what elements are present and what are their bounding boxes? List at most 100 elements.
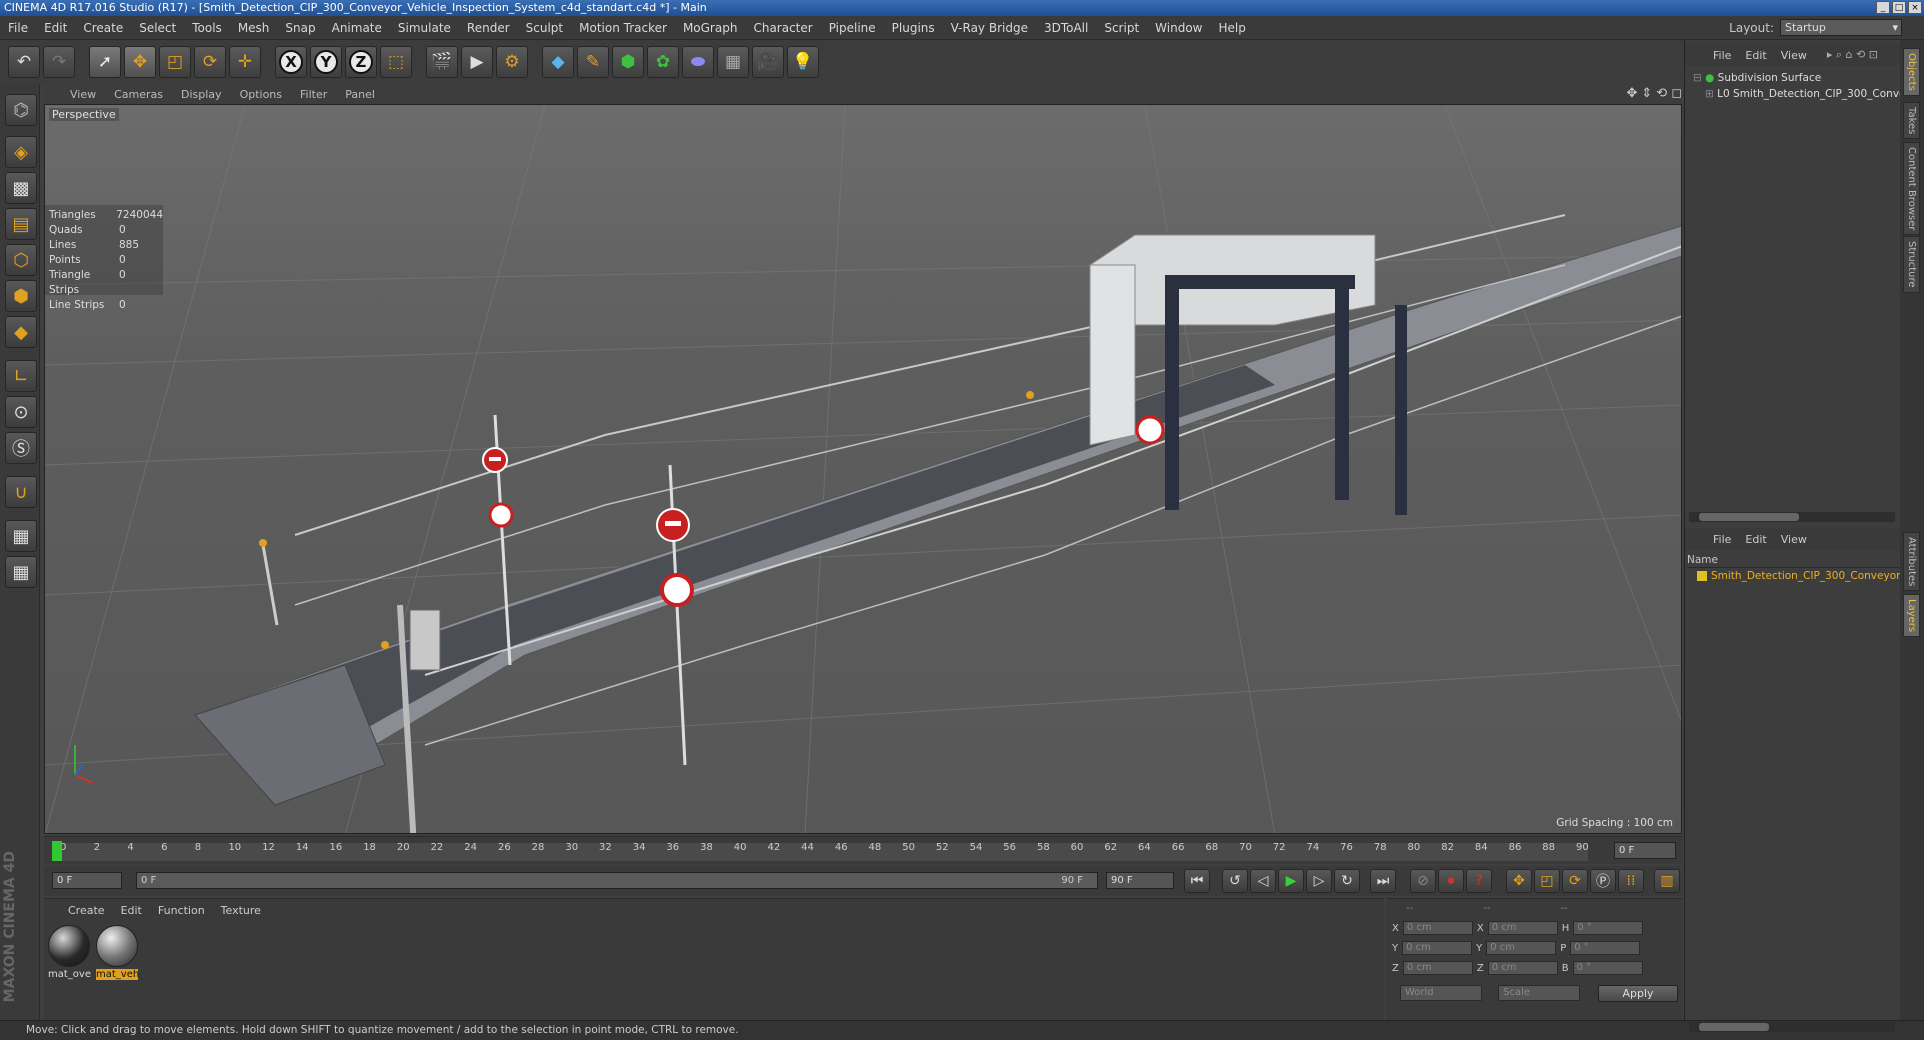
- rotation-p-field[interactable]: 0 °: [1570, 941, 1641, 955]
- live-selection-button[interactable]: ➚: [89, 46, 121, 78]
- keyframe-selection-button[interactable]: ?: [1466, 869, 1492, 893]
- record-keys-button[interactable]: ⊘: [1410, 869, 1436, 893]
- z-axis-button[interactable]: Z: [345, 46, 377, 78]
- render-picture-viewer-button[interactable]: ▶: [461, 46, 493, 78]
- material-swatch[interactable]: mat_veh: [96, 925, 139, 980]
- layers-menu-file[interactable]: File: [1713, 533, 1731, 546]
- menu-character[interactable]: Character: [745, 21, 820, 35]
- material-menu-texture[interactable]: Texture: [221, 904, 261, 917]
- objects-menu-view[interactable]: View: [1781, 49, 1807, 62]
- orbit-icon[interactable]: ⟲: [1656, 86, 1667, 101]
- minimize-button[interactable]: _: [1876, 1, 1890, 14]
- tab-layers[interactable]: Layers: [1903, 594, 1920, 638]
- menu-motion-tracker[interactable]: Motion Tracker: [571, 21, 675, 35]
- close-button[interactable]: ×: [1908, 1, 1922, 14]
- rotation-h-field[interactable]: 0 °: [1573, 921, 1644, 935]
- menu-tools[interactable]: Tools: [184, 21, 230, 35]
- key-position-button[interactable]: ✥: [1506, 869, 1532, 893]
- polygons-mode-button[interactable]: ◆: [5, 316, 37, 348]
- menu-script[interactable]: Script: [1096, 21, 1147, 35]
- apply-button[interactable]: Apply: [1598, 985, 1678, 1002]
- go-to-start-button[interactable]: ⏮: [1184, 869, 1210, 893]
- object-row[interactable]: ⊟ ● Subdivision Surface: [1685, 70, 1901, 86]
- tab-content-browser[interactable]: Content Browser: [1903, 142, 1920, 236]
- material-menu-edit[interactable]: Edit: [121, 904, 142, 917]
- viewport-menu-panel[interactable]: Panel: [345, 88, 375, 101]
- menu-snap[interactable]: Snap: [277, 21, 323, 35]
- menu-simulate[interactable]: Simulate: [390, 21, 459, 35]
- playhead-marker[interactable]: [52, 841, 62, 861]
- object-manager-tool-icons[interactable]: ▸ ⌕ ⌂ ⟲ ⊡: [1827, 48, 1878, 62]
- size-mode-dropdown[interactable]: Scale: [1498, 985, 1580, 1001]
- zoom-icon[interactable]: ⇕: [1641, 86, 1652, 101]
- maximize-view-icon[interactable]: ◻: [1671, 86, 1682, 101]
- rotate-tool-button[interactable]: ⟳: [194, 46, 226, 78]
- objects-menu-file[interactable]: File: [1713, 49, 1731, 62]
- menu-sculpt[interactable]: Sculpt: [518, 21, 571, 35]
- position-y-field[interactable]: 0 cm: [1402, 941, 1473, 955]
- object-row[interactable]: ⊞ L0 Smith_Detection_CIP_300_Conveyor: [1685, 86, 1901, 102]
- next-key-button[interactable]: ↻: [1334, 869, 1360, 893]
- lock-workplane-button[interactable]: ▦: [5, 520, 37, 552]
- object-manager-scrollbar[interactable]: [1689, 512, 1895, 522]
- coordinate-mode-dropdown[interactable]: World: [1400, 985, 1482, 1001]
- autokey-button[interactable]: ⏺: [1438, 869, 1464, 893]
- points-mode-button[interactable]: ⬡: [5, 244, 37, 276]
- menu-select[interactable]: Select: [131, 21, 184, 35]
- viewport-menu-view[interactable]: View: [70, 88, 96, 101]
- tab-objects[interactable]: Objects: [1903, 48, 1920, 96]
- x-axis-button[interactable]: X: [275, 46, 307, 78]
- tab-structure[interactable]: Structure: [1903, 236, 1920, 293]
- menu-plugins[interactable]: Plugins: [884, 21, 943, 35]
- menu-file[interactable]: File: [0, 21, 36, 35]
- menu-pipeline[interactable]: Pipeline: [821, 21, 884, 35]
- add-camera-button[interactable]: 🎥: [752, 46, 784, 78]
- add-cube-button[interactable]: ◆: [542, 46, 574, 78]
- menu-animate[interactable]: Animate: [324, 21, 390, 35]
- end-frame-field[interactable]: 90 F: [1106, 872, 1174, 889]
- camera-label[interactable]: Perspective: [49, 108, 119, 121]
- layer-manager-scrollbar[interactable]: [1689, 1022, 1895, 1032]
- redo-button[interactable]: ↷: [43, 46, 75, 78]
- undo-button[interactable]: ↶: [8, 46, 40, 78]
- maximize-button[interactable]: □: [1892, 1, 1906, 14]
- tweak-mode-button[interactable]: ⊙: [5, 396, 37, 428]
- planar-workplane-button[interactable]: ▦: [5, 556, 37, 588]
- size-y-field[interactable]: 0 cm: [1486, 941, 1557, 955]
- tab-attributes[interactable]: Attributes: [1903, 532, 1920, 592]
- key-pla-button[interactable]: ⁞⁞: [1618, 869, 1644, 893]
- viewport-menu-cameras[interactable]: Cameras: [114, 88, 163, 101]
- next-frame-button[interactable]: ▷: [1306, 869, 1332, 893]
- texture-mode-button[interactable]: ▩: [5, 172, 37, 204]
- menu-vray-bridge[interactable]: V-Ray Bridge: [943, 21, 1036, 35]
- go-to-end-button[interactable]: ⏭: [1370, 869, 1396, 893]
- layers-menu-view[interactable]: View: [1781, 533, 1807, 546]
- key-parameter-button[interactable]: Ⓟ: [1590, 869, 1616, 893]
- menu-window[interactable]: Window: [1147, 21, 1210, 35]
- tab-takes[interactable]: Takes: [1903, 102, 1920, 140]
- scrollbar-thumb[interactable]: [1699, 513, 1799, 521]
- layers-menu-edit[interactable]: Edit: [1745, 533, 1766, 546]
- rotation-b-field[interactable]: 0 °: [1572, 961, 1643, 975]
- size-x-field[interactable]: 0 cm: [1487, 921, 1558, 935]
- menu-help[interactable]: Help: [1210, 21, 1253, 35]
- menu-edit[interactable]: Edit: [36, 21, 75, 35]
- menu-3dtoall[interactable]: 3DToAll: [1036, 21, 1096, 35]
- workplane-button[interactable]: ▤: [5, 208, 37, 240]
- solo-button[interactable]: Ⓢ: [5, 432, 37, 464]
- layer-row[interactable]: Smith_Detection_CIP_300_Conveyor: [1697, 570, 1901, 582]
- add-generator-button[interactable]: ⬢: [612, 46, 644, 78]
- play-button[interactable]: ▶: [1278, 869, 1304, 893]
- previous-key-button[interactable]: ↺: [1222, 869, 1248, 893]
- pan-icon[interactable]: ✥: [1626, 86, 1637, 101]
- previous-frame-button[interactable]: ◁: [1250, 869, 1276, 893]
- axis-mode-button[interactable]: ∟: [5, 360, 37, 392]
- key-rotation-button[interactable]: ⟳: [1562, 869, 1588, 893]
- menu-create[interactable]: Create: [75, 21, 131, 35]
- material-swatch[interactable]: mat_ove: [48, 925, 91, 980]
- timeline-window-button[interactable]: ▥: [1654, 869, 1680, 893]
- render-view-button[interactable]: 🎬: [426, 46, 458, 78]
- material-menu-create[interactable]: Create: [68, 904, 105, 917]
- add-spline-button[interactable]: ✎: [577, 46, 609, 78]
- objects-menu-edit[interactable]: Edit: [1745, 49, 1766, 62]
